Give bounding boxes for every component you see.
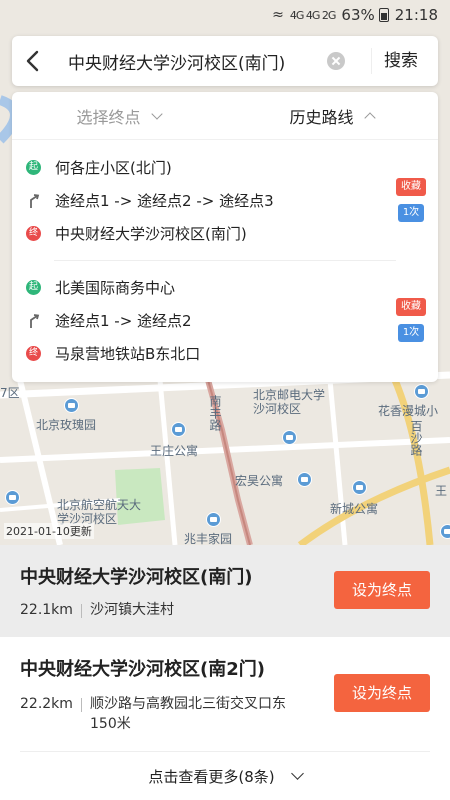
battery-icon bbox=[378, 8, 389, 22]
status-bar: ≈ 4G 4G 2G 63% 21:18 bbox=[0, 0, 450, 30]
via-turn-icon bbox=[26, 193, 41, 208]
map-label: 北京邮电大学沙河校区 bbox=[253, 388, 326, 416]
battery-percent: 63% bbox=[341, 6, 375, 24]
route-end-text: 马泉营地铁站B东北口 bbox=[55, 344, 201, 363]
end-marker-icon: 终 bbox=[26, 225, 41, 241]
history-route-item[interactable]: 起 北美国际商务中心 途经点1 -> 途经点2 终 马泉营地铁站B东北口 收藏 … bbox=[12, 274, 438, 374]
chevron-down-icon bbox=[150, 107, 163, 120]
route-via-text: 途经点1 -> 途经点2 -> 途经点3 bbox=[55, 191, 274, 210]
tab-history-routes[interactable]: 历史路线 bbox=[225, 104, 438, 128]
building-poi-icon[interactable] bbox=[171, 422, 186, 437]
wifi-icon: ≈ bbox=[272, 7, 284, 23]
history-route-panel: 选择终点 历史路线 起 何各庄小区(北门) 途经点1 -> 途经点2 -> 途经… bbox=[12, 92, 438, 382]
result-title: 中央财经大学沙河校区(南2门) bbox=[20, 659, 265, 680]
map-label: 北京航空航天大学沙河校区 bbox=[57, 498, 142, 526]
back-button[interactable] bbox=[12, 36, 54, 86]
result-separator bbox=[81, 604, 82, 618]
result-title: 中央财经大学沙河校区(南门) bbox=[20, 567, 253, 588]
route-divider bbox=[54, 260, 396, 261]
school-poi-icon[interactable] bbox=[5, 490, 20, 505]
map-label: 花香漫城小 bbox=[378, 404, 439, 418]
route-end-text: 中央财经大学沙河校区(南门) bbox=[55, 224, 247, 243]
signal-icon: 4G 4G 2G bbox=[289, 8, 337, 22]
route-start: 起 北美国际商务中心 bbox=[26, 276, 175, 298]
tab-label: 历史路线 bbox=[289, 107, 354, 127]
route-via: 途经点1 -> 途经点2 -> 途经点3 bbox=[26, 189, 274, 211]
result-item[interactable]: 中央财经大学沙河校区(南2门) 22.2km 顺沙路与高教园北三街交叉口东150… bbox=[0, 637, 450, 751]
map-label: 百沙路 bbox=[409, 420, 423, 456]
clock: 21:18 bbox=[394, 6, 438, 24]
map-update-date: 2021-01-10更新 bbox=[4, 523, 94, 539]
start-marker-icon: 起 bbox=[26, 279, 41, 295]
via-turn-icon bbox=[26, 313, 41, 328]
set-destination-button[interactable]: 设为终点 bbox=[334, 674, 430, 712]
search-bar: 中央财经大学沙河校区(南门) 搜索 bbox=[12, 36, 438, 86]
set-destination-button[interactable]: 设为终点 bbox=[334, 571, 430, 609]
show-more-label: 点击查看更多(8条) bbox=[148, 767, 275, 786]
route-via-text: 途经点1 -> 途经点2 bbox=[55, 311, 192, 330]
chevron-up-icon bbox=[363, 111, 376, 124]
map-label: 宏昊公寓 bbox=[235, 474, 284, 488]
search-input[interactable]: 中央财经大学沙河校区(南门) bbox=[54, 49, 327, 74]
panel-tabs: 选择终点 历史路线 bbox=[12, 92, 438, 140]
map-label: 兆丰家园 bbox=[184, 532, 233, 545]
building-poi-icon[interactable] bbox=[352, 480, 367, 495]
map-label: 7区 bbox=[0, 386, 20, 400]
count-badge: 1次 bbox=[398, 324, 424, 342]
tab-select-destination[interactable]: 选择终点 bbox=[12, 104, 225, 128]
search-results: 中央财经大学沙河校区(南门) 22.1km 沙河镇大洼村 设为终点 中央财经大学… bbox=[0, 545, 450, 800]
clear-icon[interactable] bbox=[327, 52, 345, 70]
favorite-badge[interactable]: 收藏 bbox=[396, 178, 426, 196]
start-marker-icon: 起 bbox=[26, 159, 41, 175]
route-start: 起 何各庄小区(北门) bbox=[26, 156, 172, 178]
school-poi-icon[interactable] bbox=[64, 398, 79, 413]
search-button[interactable]: 搜索 bbox=[371, 48, 438, 74]
favorite-badge[interactable]: 收藏 bbox=[396, 298, 426, 316]
result-separator bbox=[81, 698, 82, 712]
result-address: 沙河镇大洼村 bbox=[90, 602, 174, 618]
school-poi-icon[interactable] bbox=[282, 430, 297, 445]
map-label: 王庄公寓 bbox=[150, 444, 199, 458]
result-distance: 22.1km bbox=[20, 602, 73, 618]
count-badge: 1次 bbox=[398, 204, 424, 222]
route-start-text: 北美国际商务中心 bbox=[55, 278, 176, 297]
route-via: 途经点1 -> 途经点2 bbox=[26, 309, 192, 331]
result-distance: 22.2km bbox=[20, 696, 73, 712]
result-item[interactable]: 中央财经大学沙河校区(南门) 22.1km 沙河镇大洼村 设为终点 bbox=[0, 545, 450, 637]
building-poi-icon[interactable] bbox=[206, 512, 221, 527]
building-poi-icon[interactable] bbox=[440, 524, 450, 539]
route-end: 终 中央财经大学沙河校区(南门) bbox=[26, 222, 247, 244]
map-label: 新城公寓 bbox=[330, 502, 379, 516]
history-route-item[interactable]: 起 何各庄小区(北门) 途经点1 -> 途经点2 -> 途经点3 终 中央财经大… bbox=[12, 152, 438, 262]
result-address: 顺沙路与高教园北三街交叉口东150米 bbox=[90, 696, 286, 732]
map-label: 王 bbox=[435, 484, 448, 498]
end-marker-icon: 终 bbox=[26, 345, 41, 361]
show-more-button[interactable]: 点击查看更多(8条) bbox=[0, 753, 450, 799]
chevron-down-icon bbox=[290, 766, 304, 780]
building-poi-icon[interactable] bbox=[414, 384, 429, 399]
results-divider bbox=[20, 751, 430, 752]
route-start-text: 何各庄小区(北门) bbox=[55, 158, 172, 177]
tab-label: 选择终点 bbox=[76, 107, 141, 127]
route-end: 终 马泉营地铁站B东北口 bbox=[26, 342, 200, 364]
map-label: 南丰路 bbox=[208, 395, 222, 431]
back-arrow-icon bbox=[26, 50, 39, 72]
building-poi-icon[interactable] bbox=[297, 472, 312, 487]
map-label: 北京玫瑰园 bbox=[36, 418, 97, 432]
